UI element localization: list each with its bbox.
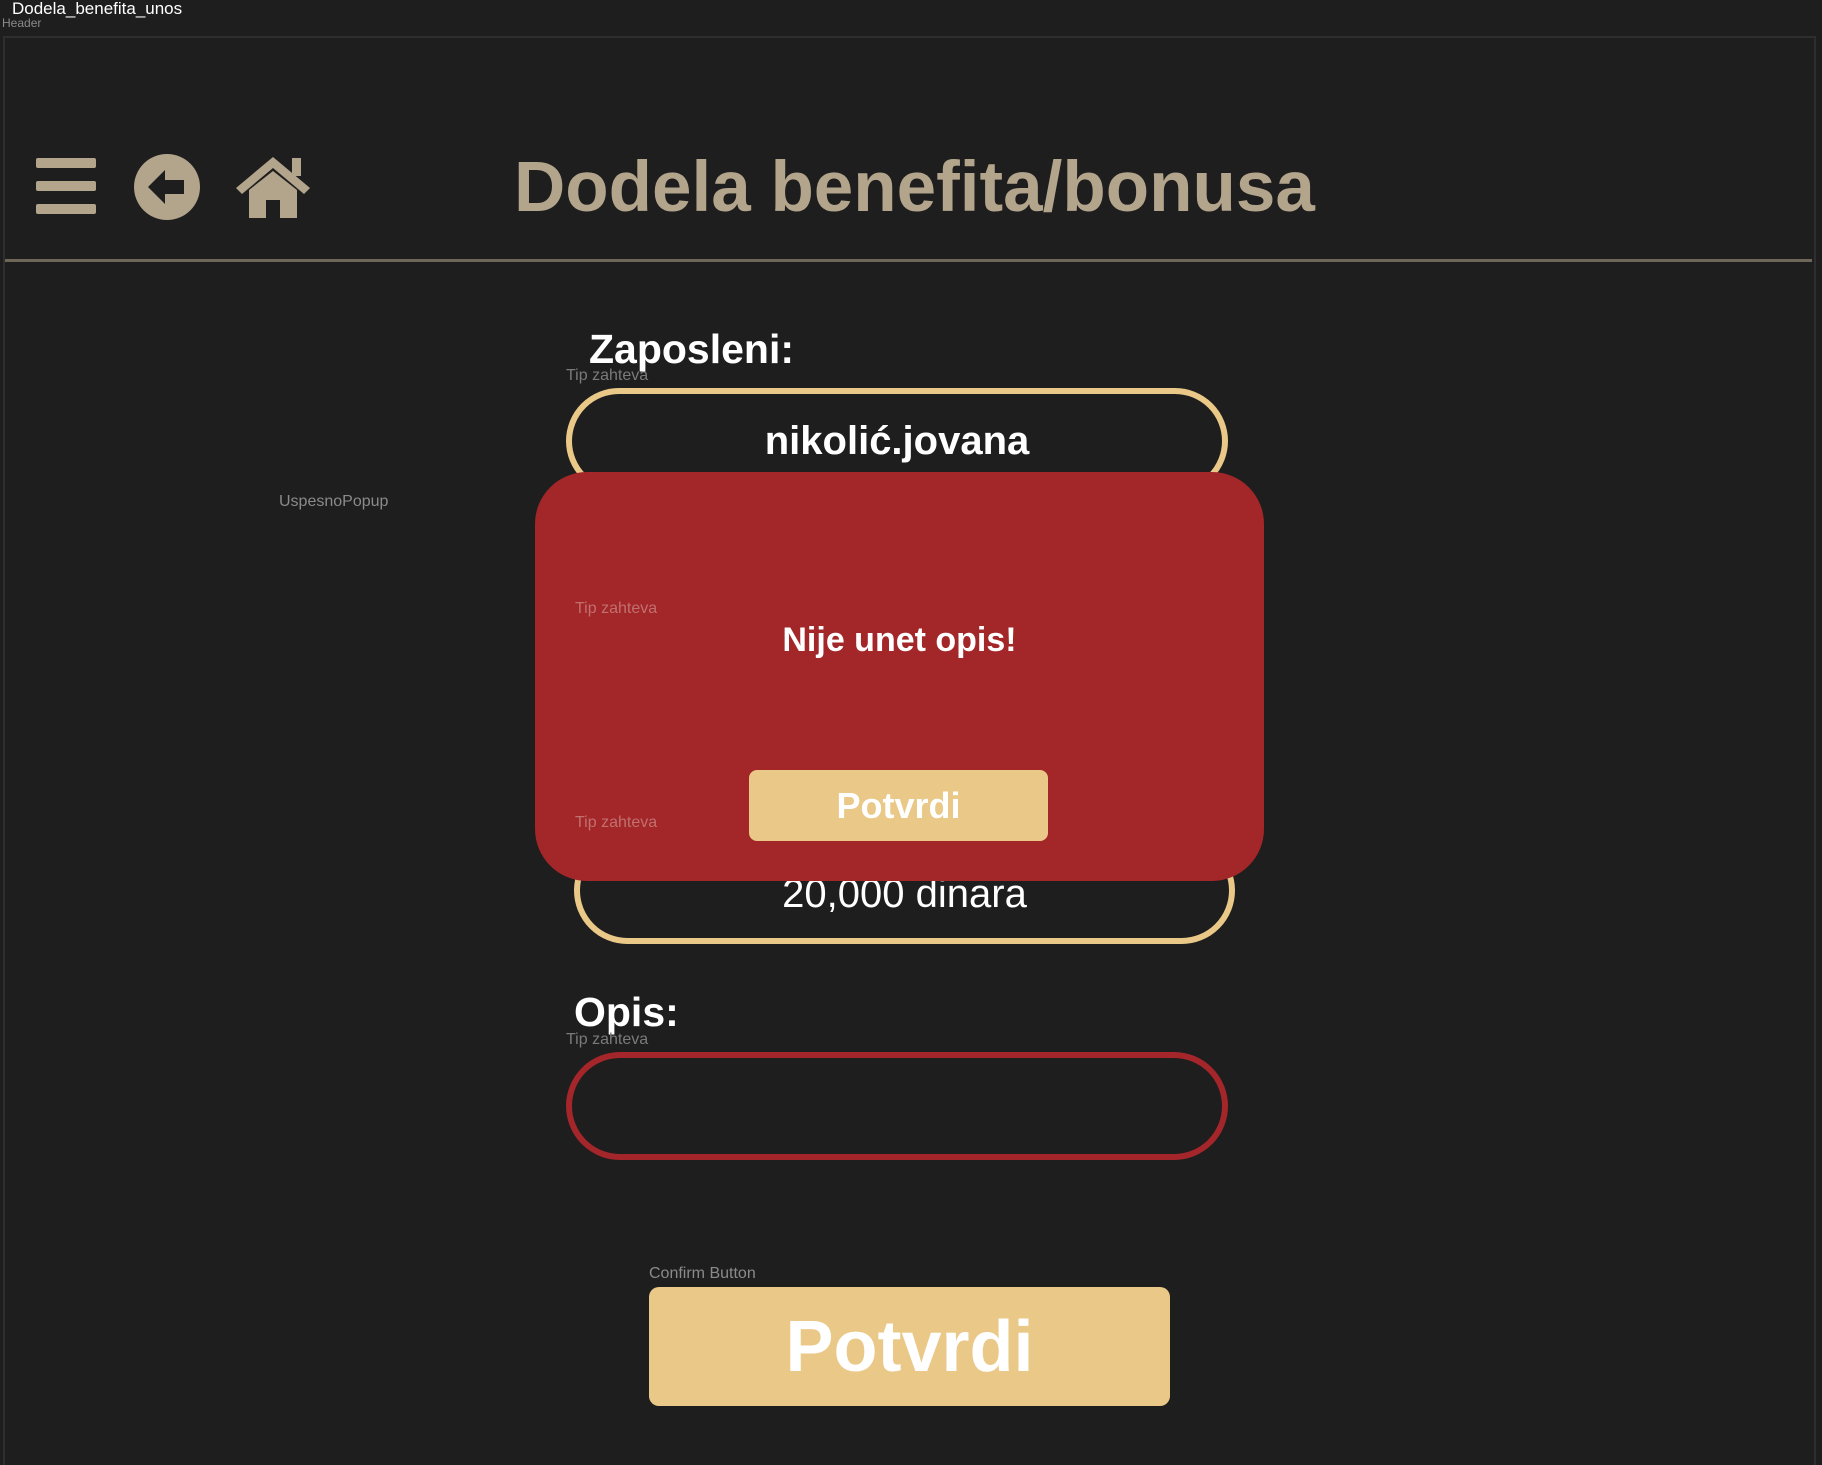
- description-field-caption: Tip zahteva: [566, 1031, 649, 1048]
- popup-inner-caption: Tip zahteva: [575, 600, 658, 617]
- employee-field-caption: Tip zahteva: [566, 367, 649, 384]
- page-title: Dodela benefita/bonusa: [514, 148, 1315, 227]
- header-divider: [5, 259, 1812, 262]
- employee-value: nikolić.jovana: [764, 418, 1030, 463]
- home-icon[interactable]: [234, 154, 312, 220]
- back-icon[interactable]: [134, 154, 200, 220]
- menu-icon[interactable]: [36, 158, 96, 214]
- popup-confirm-button[interactable]: Potvrdi: [749, 770, 1048, 841]
- popup-inner-caption: Tip zahteva: [575, 814, 658, 831]
- description-field[interactable]: [566, 1052, 1228, 1160]
- confirm-button-caption: Confirm Button: [649, 1265, 756, 1282]
- frame-sublabel: Header: [2, 16, 42, 30]
- error-popup: Tip zahteva Nije unet opis! Tip zahteva …: [535, 472, 1264, 881]
- popup-message: Nije unet opis!: [782, 621, 1017, 659]
- employee-label: Zaposleni:: [589, 326, 795, 372]
- popup-caption: UspesnoPopup: [279, 493, 389, 510]
- confirm-button[interactable]: Potvrdi: [649, 1287, 1170, 1406]
- description-label: Opis:: [574, 989, 679, 1035]
